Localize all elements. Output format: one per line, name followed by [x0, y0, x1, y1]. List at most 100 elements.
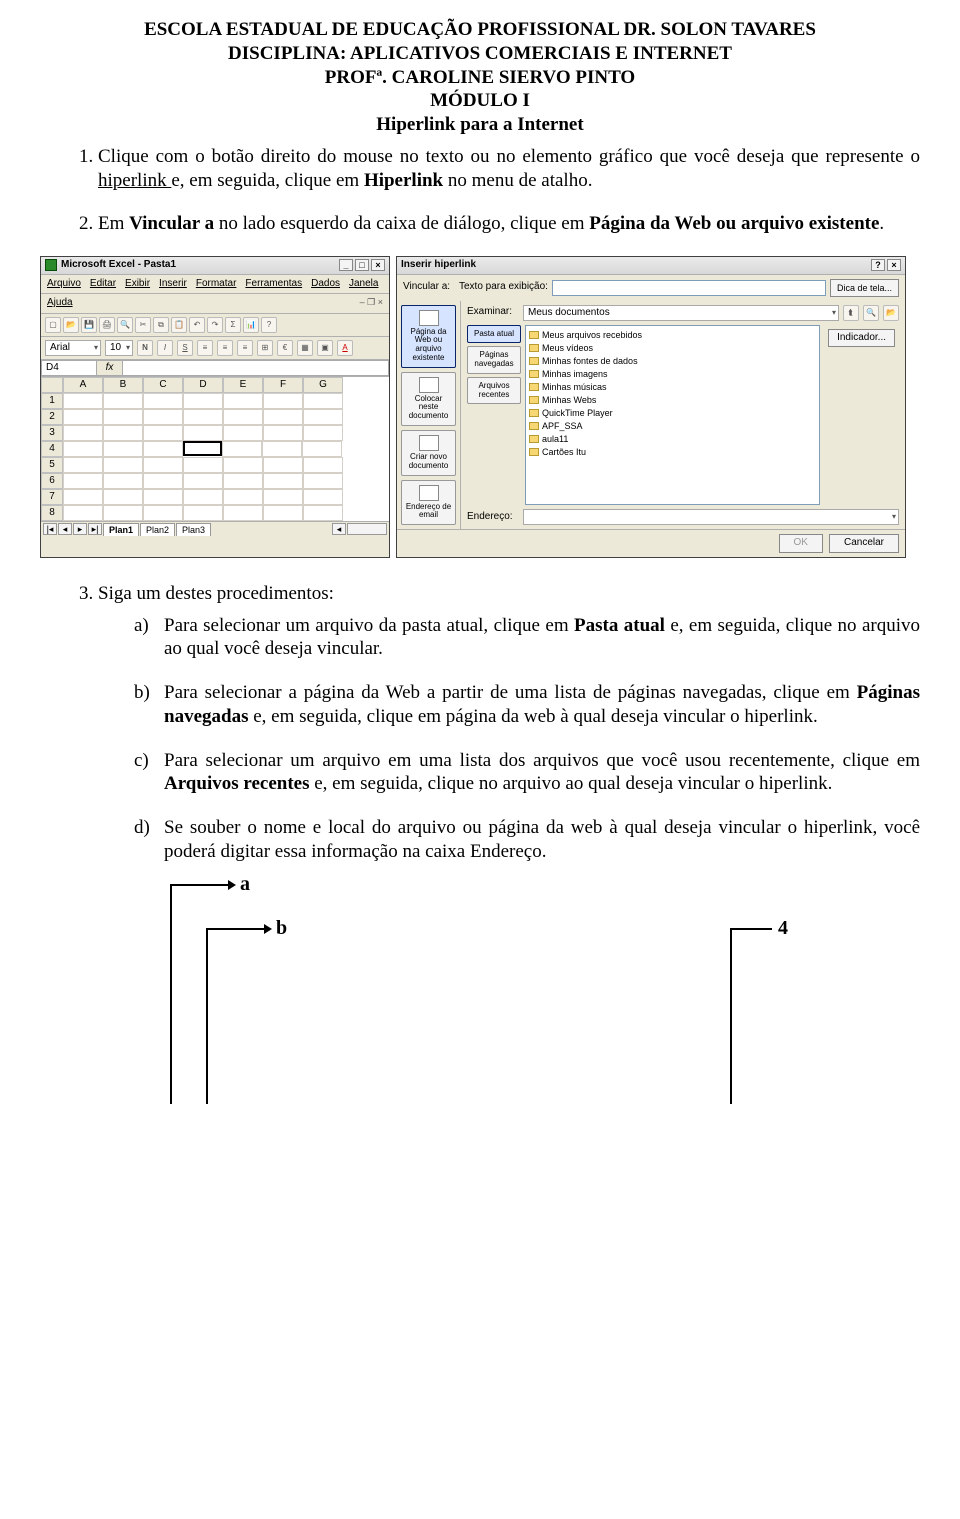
- arquivos-recentes-button[interactable]: Arquivos recentes: [467, 377, 521, 405]
- list-item[interactable]: Minhas Webs: [529, 394, 816, 407]
- list-item[interactable]: QuickTime Player: [529, 407, 816, 420]
- col-D[interactable]: D: [183, 377, 223, 393]
- address-combo[interactable]: [523, 509, 899, 525]
- menu-inserir[interactable]: Inserir: [159, 278, 187, 291]
- copy-icon[interactable]: ⧉: [153, 317, 169, 333]
- help-icon[interactable]: ?: [261, 317, 277, 333]
- open-icon[interactable]: 📂: [63, 317, 79, 333]
- font-combo[interactable]: Arial: [45, 340, 101, 356]
- list-item[interactable]: Meus vídeos: [529, 342, 816, 355]
- currency-icon[interactable]: €: [277, 340, 293, 356]
- name-box[interactable]: D4: [41, 360, 97, 376]
- minimize-icon[interactable]: _: [339, 259, 353, 271]
- hscroll-left-icon[interactable]: ◂: [332, 523, 346, 535]
- italic-icon[interactable]: I: [157, 340, 173, 356]
- cut-icon[interactable]: ✂: [135, 317, 151, 333]
- sum-icon[interactable]: Σ: [225, 317, 241, 333]
- formula-input[interactable]: [123, 360, 389, 376]
- menu-ferramentas[interactable]: Ferramentas: [245, 278, 302, 291]
- dialog-help-icon[interactable]: ?: [871, 259, 885, 271]
- chart-icon[interactable]: 📊: [243, 317, 259, 333]
- menu-arquivo[interactable]: Arquivo: [47, 278, 81, 291]
- col-G[interactable]: G: [303, 377, 343, 393]
- screentip-button[interactable]: Dica de tela...: [830, 279, 899, 297]
- row-8[interactable]: 8: [41, 505, 63, 521]
- tab-nav-prev-icon[interactable]: ◂: [58, 523, 72, 535]
- fontsize-combo[interactable]: 10: [105, 340, 133, 356]
- row-5[interactable]: 5: [41, 457, 63, 473]
- browse-file-icon[interactable]: 📂: [883, 305, 899, 321]
- border-icon[interactable]: ▦: [297, 340, 313, 356]
- active-cell-D4[interactable]: [183, 441, 222, 456]
- row-7[interactable]: 7: [41, 489, 63, 505]
- close-icon[interactable]: ×: [371, 259, 385, 271]
- fontcolor-icon[interactable]: A: [337, 340, 353, 356]
- lookin-combo[interactable]: Meus documentos: [523, 305, 839, 321]
- menu-ajuda[interactable]: Ajuda: [47, 297, 73, 310]
- file-list[interactable]: Meus arquivos recebidos Meus vídeos Minh…: [525, 325, 820, 506]
- sheet-tab-plan2[interactable]: Plan2: [140, 523, 175, 536]
- new-icon[interactable]: ▢: [45, 317, 61, 333]
- display-text-input[interactable]: [552, 280, 826, 296]
- col-E[interactable]: E: [223, 377, 263, 393]
- hscroll-track[interactable]: [347, 523, 387, 535]
- row-4[interactable]: 4: [41, 441, 63, 457]
- list-item[interactable]: Meus arquivos recebidos: [529, 329, 816, 342]
- row-3[interactable]: 3: [41, 425, 63, 441]
- browse-web-icon[interactable]: 🔍: [863, 305, 879, 321]
- menu-janela[interactable]: Janela: [349, 278, 378, 291]
- linkto-newdoc[interactable]: Criar novo documento: [401, 430, 456, 476]
- list-item[interactable]: aula11: [529, 433, 816, 446]
- cancel-button[interactable]: Cancelar: [829, 534, 899, 553]
- bold-icon[interactable]: N: [137, 340, 153, 356]
- save-icon[interactable]: 💾: [81, 317, 97, 333]
- list-item[interactable]: Minhas músicas: [529, 381, 816, 394]
- up-folder-icon[interactable]: ⮬: [843, 305, 859, 321]
- col-B[interactable]: B: [103, 377, 143, 393]
- row-1[interactable]: 1: [41, 393, 63, 409]
- col-A[interactable]: A: [63, 377, 103, 393]
- print-icon[interactable]: 🖨: [99, 317, 115, 333]
- dialog-close-icon[interactable]: ×: [887, 259, 901, 271]
- tab-nav-next-icon[interactable]: ▸: [73, 523, 87, 535]
- ok-button[interactable]: OK: [779, 534, 823, 553]
- list-item[interactable]: Minhas fontes de dados: [529, 355, 816, 368]
- col-C[interactable]: C: [143, 377, 183, 393]
- paste-icon[interactable]: 📋: [171, 317, 187, 333]
- tab-nav-first-icon[interactable]: |◂: [43, 523, 57, 535]
- list-item[interactable]: Cartões Itu: [529, 446, 816, 459]
- maximize-icon[interactable]: □: [355, 259, 369, 271]
- sheet-tab-plan3[interactable]: Plan3: [176, 523, 211, 536]
- preview-icon[interactable]: 🔍: [117, 317, 133, 333]
- pasta-atual-button[interactable]: Pasta atual: [467, 325, 521, 344]
- selectall-corner[interactable]: [41, 377, 63, 393]
- undo-icon[interactable]: ↶: [189, 317, 205, 333]
- list-item[interactable]: APF_SSA: [529, 420, 816, 433]
- paginas-navegadas-button[interactable]: Páginas navegadas: [467, 346, 521, 374]
- fx-icon[interactable]: fx: [97, 360, 123, 376]
- spreadsheet-grid[interactable]: A B C D E F G 1 2 3 4 5 6 7 8: [41, 377, 389, 521]
- linkto-thisdoc[interactable]: Colocar neste documento: [401, 372, 456, 426]
- list-item[interactable]: Minhas imagens: [529, 368, 816, 381]
- tab-nav-last-icon[interactable]: ▸|: [88, 523, 102, 535]
- align-left-icon[interactable]: ≡: [197, 340, 213, 356]
- menu-exibir[interactable]: Exibir: [125, 278, 150, 291]
- linkto-email[interactable]: Endereço de email: [401, 480, 456, 526]
- underline-icon[interactable]: S: [177, 340, 193, 356]
- menu-dados[interactable]: Dados: [311, 278, 340, 291]
- sheet-tab-plan1[interactable]: Plan1: [103, 523, 139, 536]
- row-2[interactable]: 2: [41, 409, 63, 425]
- merge-icon[interactable]: ⊞: [257, 340, 273, 356]
- menu-formatar[interactable]: Formatar: [196, 278, 237, 291]
- align-right-icon[interactable]: ≡: [237, 340, 253, 356]
- substep-d: d) Se souber o nome e local do arquivo o…: [134, 816, 920, 864]
- fillcolor-icon[interactable]: ▣: [317, 340, 333, 356]
- folder-icon: [529, 344, 539, 352]
- indicador-button[interactable]: Indicador...: [828, 329, 895, 348]
- redo-icon[interactable]: ↷: [207, 317, 223, 333]
- linkto-webfile[interactable]: Página da Web ou arquivo existente: [401, 305, 456, 368]
- col-F[interactable]: F: [263, 377, 303, 393]
- row-6[interactable]: 6: [41, 473, 63, 489]
- align-center-icon[interactable]: ≡: [217, 340, 233, 356]
- menu-editar[interactable]: Editar: [90, 278, 116, 291]
